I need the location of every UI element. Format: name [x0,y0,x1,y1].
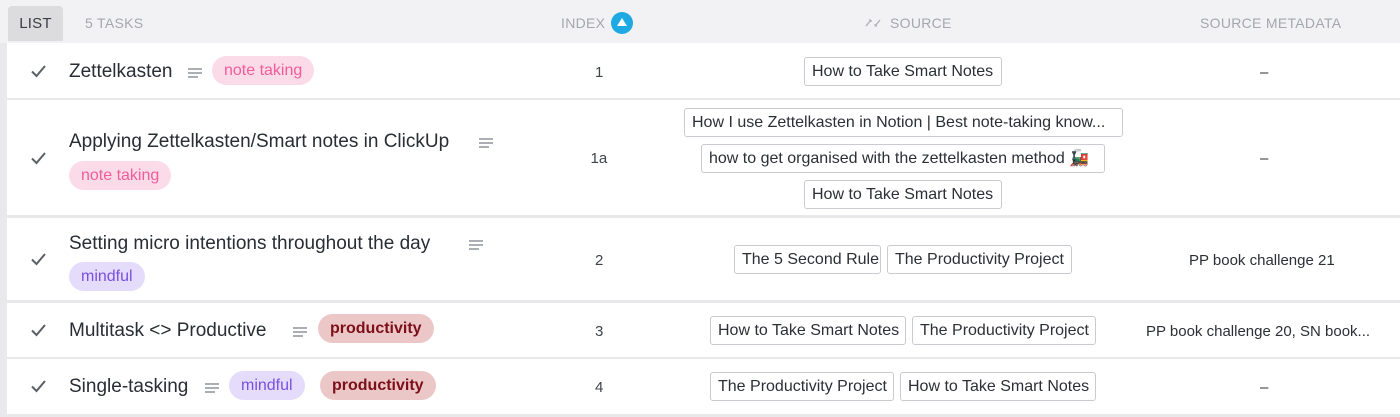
list-header: LIST 5 TASKS INDEX SOURCE SOURCE METADAT… [0,0,1400,43]
description-icon [479,138,493,148]
task-title[interactable]: Applying Zettelkasten/Smart notes in Cli… [69,131,449,153]
relationship-icon [865,19,881,27]
tag-note-taking[interactable]: note taking [69,161,172,190]
description-icon [293,327,307,337]
column-header-index[interactable]: INDEX [561,15,605,31]
description-icon [205,383,219,393]
column-header-source-metadata[interactable]: SOURCE METADATA [1200,15,1341,31]
source-metadata: – [1260,150,1269,167]
task-row[interactable]: Setting micro intentions throughout the … [7,218,1400,300]
source-link[interactable]: how to get organised with the zettelkast… [701,144,1105,173]
complete-check-icon[interactable] [29,62,47,80]
tag-note-taking[interactable]: note taking [212,56,315,85]
tag-productivity[interactable]: productivity [318,314,434,343]
task-row[interactable]: Single-tasking mindful productivity 4 Th… [7,359,1400,414]
task-title[interactable]: Multitask <> Productive [69,320,266,342]
task-index: 3 [595,323,604,340]
source-metadata: PP book challenge 21 [1189,252,1335,269]
source-metadata: – [1260,64,1269,81]
task-title[interactable]: Setting micro intentions throughout the … [69,233,430,255]
column-header-source[interactable]: SOURCE [890,15,952,31]
description-icon [469,240,483,250]
task-title[interactable]: Single-tasking [69,376,188,398]
sort-ascending-icon[interactable] [611,12,633,34]
description-icon [188,68,202,78]
task-index: 1 [595,64,604,81]
task-index: 4 [595,379,604,396]
tag-mindful[interactable]: mindful [69,262,145,291]
task-row[interactable]: Applying Zettelkasten/Smart notes in Cli… [7,100,1400,215]
task-title[interactable]: Zettelkasten [69,61,173,83]
source-link[interactable]: How to Take Smart Notes [804,180,1002,209]
task-index: 1a [590,150,608,167]
complete-check-icon[interactable] [29,321,47,339]
complete-check-icon[interactable] [29,377,47,395]
source-link[interactable]: The Productivity Project [912,316,1096,345]
source-metadata: – [1260,379,1269,396]
task-row[interactable]: Zettelkasten note taking 1 How to Take S… [7,43,1400,98]
source-metadata: PP book challenge 20, SN book... [1146,323,1371,340]
task-index: 2 [595,252,604,269]
source-link[interactable]: How to Take Smart Notes [710,316,906,345]
source-link[interactable]: The 5 Second Rule [734,245,881,274]
source-link[interactable]: How to Take Smart Notes [900,372,1096,401]
list-view-tab[interactable]: LIST [8,6,63,41]
tag-productivity[interactable]: productivity [320,371,436,400]
tag-mindful[interactable]: mindful [229,371,305,400]
source-link[interactable]: How to Take Smart Notes [804,57,1002,86]
task-row[interactable]: Multitask <> Productive productivity 3 H… [7,303,1400,357]
source-link[interactable]: How I use Zettelkasten in Notion | Best … [684,108,1123,137]
source-link[interactable]: The Productivity Project [887,245,1072,274]
source-link[interactable]: The Productivity Project [710,372,894,401]
task-count: 5 TASKS [85,15,144,31]
complete-check-icon[interactable] [29,149,47,167]
complete-check-icon[interactable] [29,250,47,268]
